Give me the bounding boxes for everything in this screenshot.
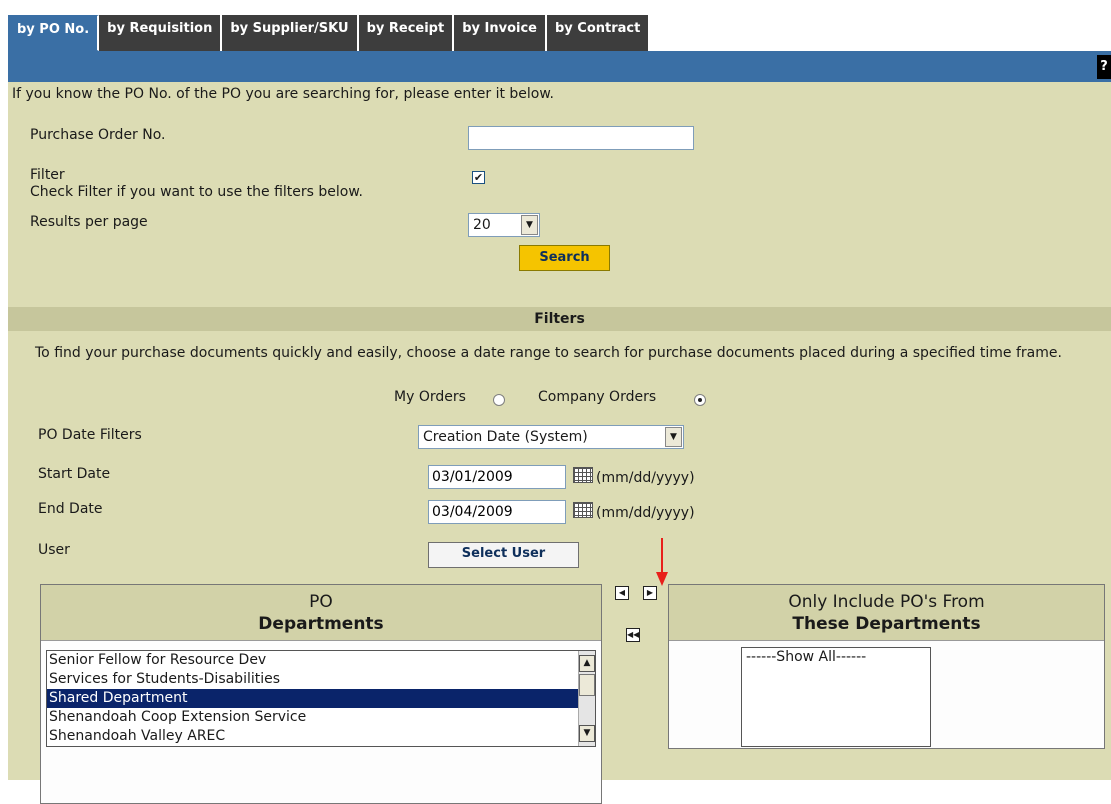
filters-description: To find your purchase documents quickly … (35, 345, 1062, 361)
end-date-input[interactable] (428, 500, 566, 524)
results-per-page-select[interactable]: 20 ▼ (468, 213, 540, 237)
dropdown-arrow-icon[interactable]: ▼ (665, 427, 682, 447)
start-date-format: (mm/dd/yyyy) (596, 470, 695, 486)
scroll-thumb[interactable] (579, 674, 595, 696)
start-date-label: Start Date (38, 466, 111, 482)
filter-hint: Check Filter if you want to use the filt… (30, 184, 363, 200)
move-all-left-icon[interactable]: ◀◀ (626, 628, 640, 642)
tab-header-bar: ? (8, 51, 1111, 82)
list-item[interactable]: ------Show All------ (742, 648, 930, 667)
calendar-icon[interactable] (573, 467, 593, 483)
my-orders-radio[interactable] (493, 394, 505, 406)
calendar-icon[interactable] (573, 502, 593, 518)
select-user-button[interactable]: Select User (428, 542, 579, 568)
po-departments-header: PO Departments (41, 585, 601, 641)
move-left-icon[interactable]: ◀ (615, 586, 629, 600)
company-orders-radio[interactable] (694, 394, 706, 406)
filter-label: Filter (30, 167, 65, 183)
filters-section-header: Filters (8, 307, 1111, 331)
list-item[interactable]: Shared Department (47, 689, 595, 708)
list-item[interactable]: Senior Fellow for Resource Dev (47, 651, 595, 670)
tab-by-contract[interactable]: by Contract (547, 15, 651, 51)
move-right-icon[interactable]: ▶ (643, 586, 657, 600)
list-item[interactable]: Shenandoah Coop Extension Service (47, 708, 595, 727)
scroll-up-icon[interactable]: ▲ (579, 655, 595, 672)
tab-by-supplier-sku[interactable]: by Supplier/SKU (222, 15, 359, 51)
listbox-scrollbar[interactable]: ▲ ▼ (578, 651, 595, 746)
search-tabs: by PO No. by Requisition by Supplier/SKU… (8, 15, 651, 51)
search-button[interactable]: Search (519, 245, 610, 271)
help-button[interactable]: ? (1097, 55, 1111, 79)
annotation-arrow-icon (656, 538, 668, 586)
end-date-label: End Date (38, 501, 103, 517)
scroll-down-icon[interactable]: ▼ (579, 725, 595, 742)
included-departments-listbox[interactable]: ------Show All------ (741, 647, 931, 747)
start-date-input[interactable] (428, 465, 566, 489)
list-item[interactable]: Shenandoah Valley AREC (47, 727, 595, 746)
tab-by-requisition[interactable]: by Requisition (99, 15, 223, 51)
po-date-filters-value: Creation Date (System) (423, 429, 588, 445)
search-panel: If you know the PO No. of the PO you are… (8, 82, 1111, 804)
po-number-input[interactable] (468, 126, 694, 150)
my-orders-label: My Orders (394, 389, 466, 405)
tab-by-invoice[interactable]: by Invoice (454, 15, 547, 51)
included-departments-title-line1: Only Include PO's From (788, 592, 985, 612)
end-date-format: (mm/dd/yyyy) (596, 505, 695, 521)
user-label: User (38, 542, 70, 558)
po-departments-title-line2: Departments (258, 614, 384, 634)
tab-by-po-no[interactable]: by PO No. (8, 15, 100, 51)
po-number-label: Purchase Order No. (30, 127, 166, 143)
filter-checkbox[interactable]: ✔ (472, 171, 485, 184)
intro-text: If you know the PO No. of the PO you are… (12, 86, 554, 102)
results-per-page-value: 20 (473, 217, 491, 233)
results-per-page-label: Results per page (30, 214, 148, 230)
po-departments-listbox[interactable]: Senior Fellow for Resource Dev Services … (46, 650, 596, 747)
po-departments-panel: PO Departments Senior Fellow for Resourc… (40, 584, 602, 804)
po-departments-title-line1: PO (309, 592, 333, 612)
company-orders-label: Company Orders (538, 389, 657, 405)
po-date-filters-select[interactable]: Creation Date (System) ▼ (418, 425, 684, 449)
dropdown-arrow-icon[interactable]: ▼ (521, 215, 538, 235)
included-departments-header: Only Include PO's From These Departments (669, 585, 1104, 641)
included-departments-title-line2: These Departments (792, 614, 981, 634)
list-item[interactable]: Services for Students-Disabilities (47, 670, 595, 689)
included-departments-panel: Only Include PO's From These Departments… (668, 584, 1105, 749)
po-date-filters-label: PO Date Filters (38, 427, 142, 443)
tab-by-receipt[interactable]: by Receipt (358, 15, 455, 51)
